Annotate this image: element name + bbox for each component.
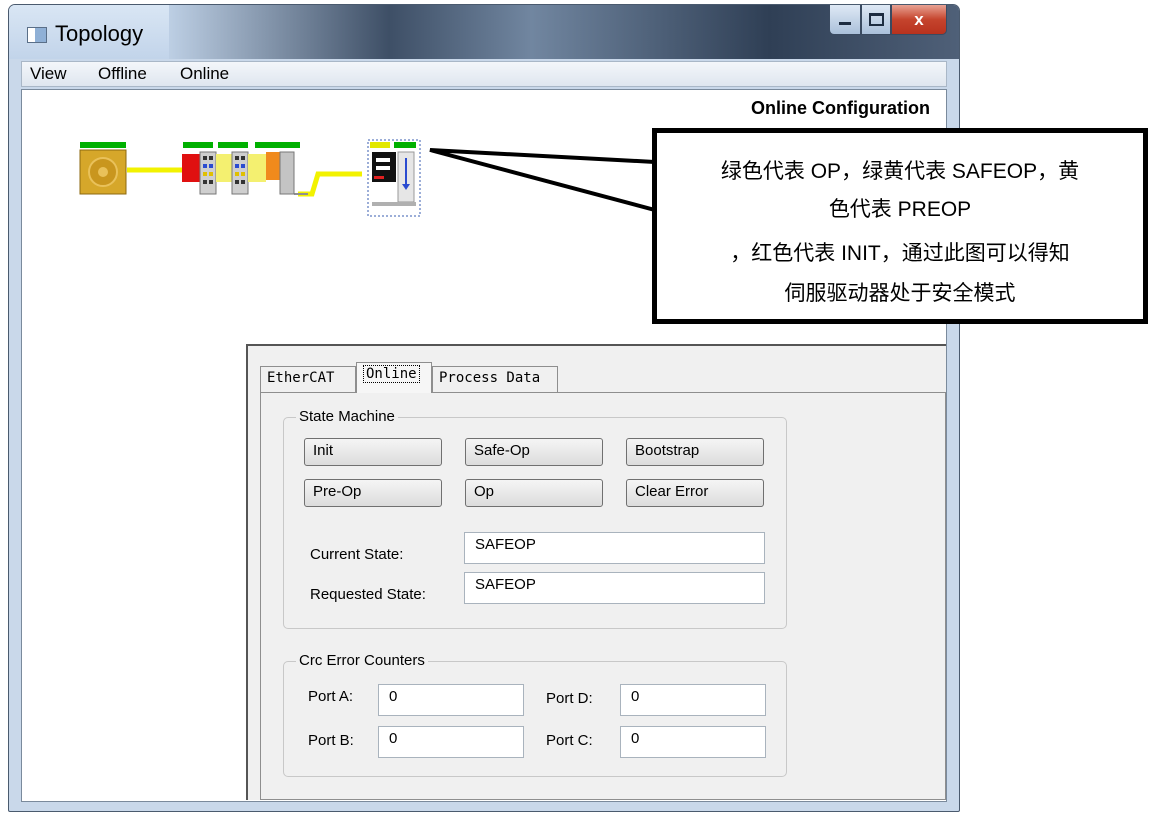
tab-online-label: Online — [363, 365, 420, 383]
callout-line-1: 绿色代表 OP，绿黄代表 SAFEOP，黄 — [720, 160, 1080, 183]
callout-line-3: ，红色代表 INIT，通过此图可以得知 — [730, 242, 1070, 265]
callout-line-2: 色代表 PREOP — [828, 198, 972, 221]
callout-pointer — [429, 148, 657, 213]
callout-line-4: 伺服驱动器处于安全模式 — [784, 282, 1016, 305]
callout-arrow — [429, 148, 657, 213]
tab-online[interactable]: Online — [356, 362, 432, 393]
annotation-callout: 绿色代表 OP，绿黄代表 SAFEOP，黄 色代表 PREOP ，红色代表 IN… — [652, 128, 1148, 324]
